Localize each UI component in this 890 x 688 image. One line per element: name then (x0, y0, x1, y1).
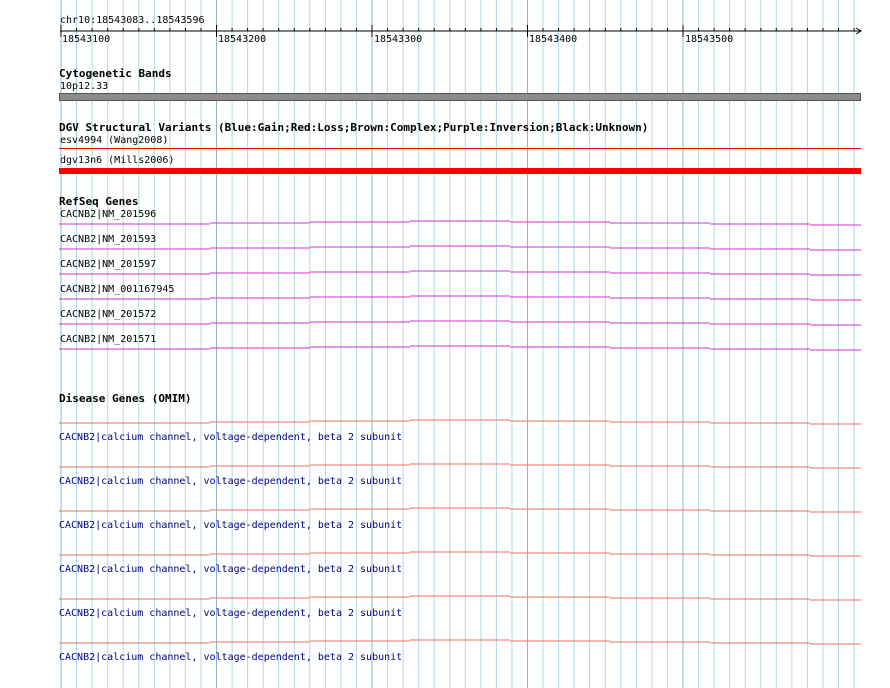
refseq-gene-model[interactable] (59, 245, 861, 251)
omim-gene-model[interactable] (59, 507, 861, 513)
omim-gene-model[interactable] (59, 463, 861, 469)
feature-glyphs (59, 220, 861, 645)
omim-gene-model[interactable] (59, 551, 861, 557)
refseq-gene-model[interactable] (59, 220, 861, 226)
omim-gene-model[interactable] (59, 639, 861, 645)
omim-gene-model[interactable] (59, 595, 861, 601)
refseq-gene-model[interactable] (59, 345, 861, 351)
omim-gene-model[interactable] (59, 419, 861, 425)
refseq-gene-model[interactable] (59, 320, 861, 326)
refseq-gene-model[interactable] (59, 295, 861, 301)
refseq-gene-model[interactable] (59, 270, 861, 276)
genome-browser-view: chr10:18543083..18543596 18543100 185432… (0, 0, 890, 688)
